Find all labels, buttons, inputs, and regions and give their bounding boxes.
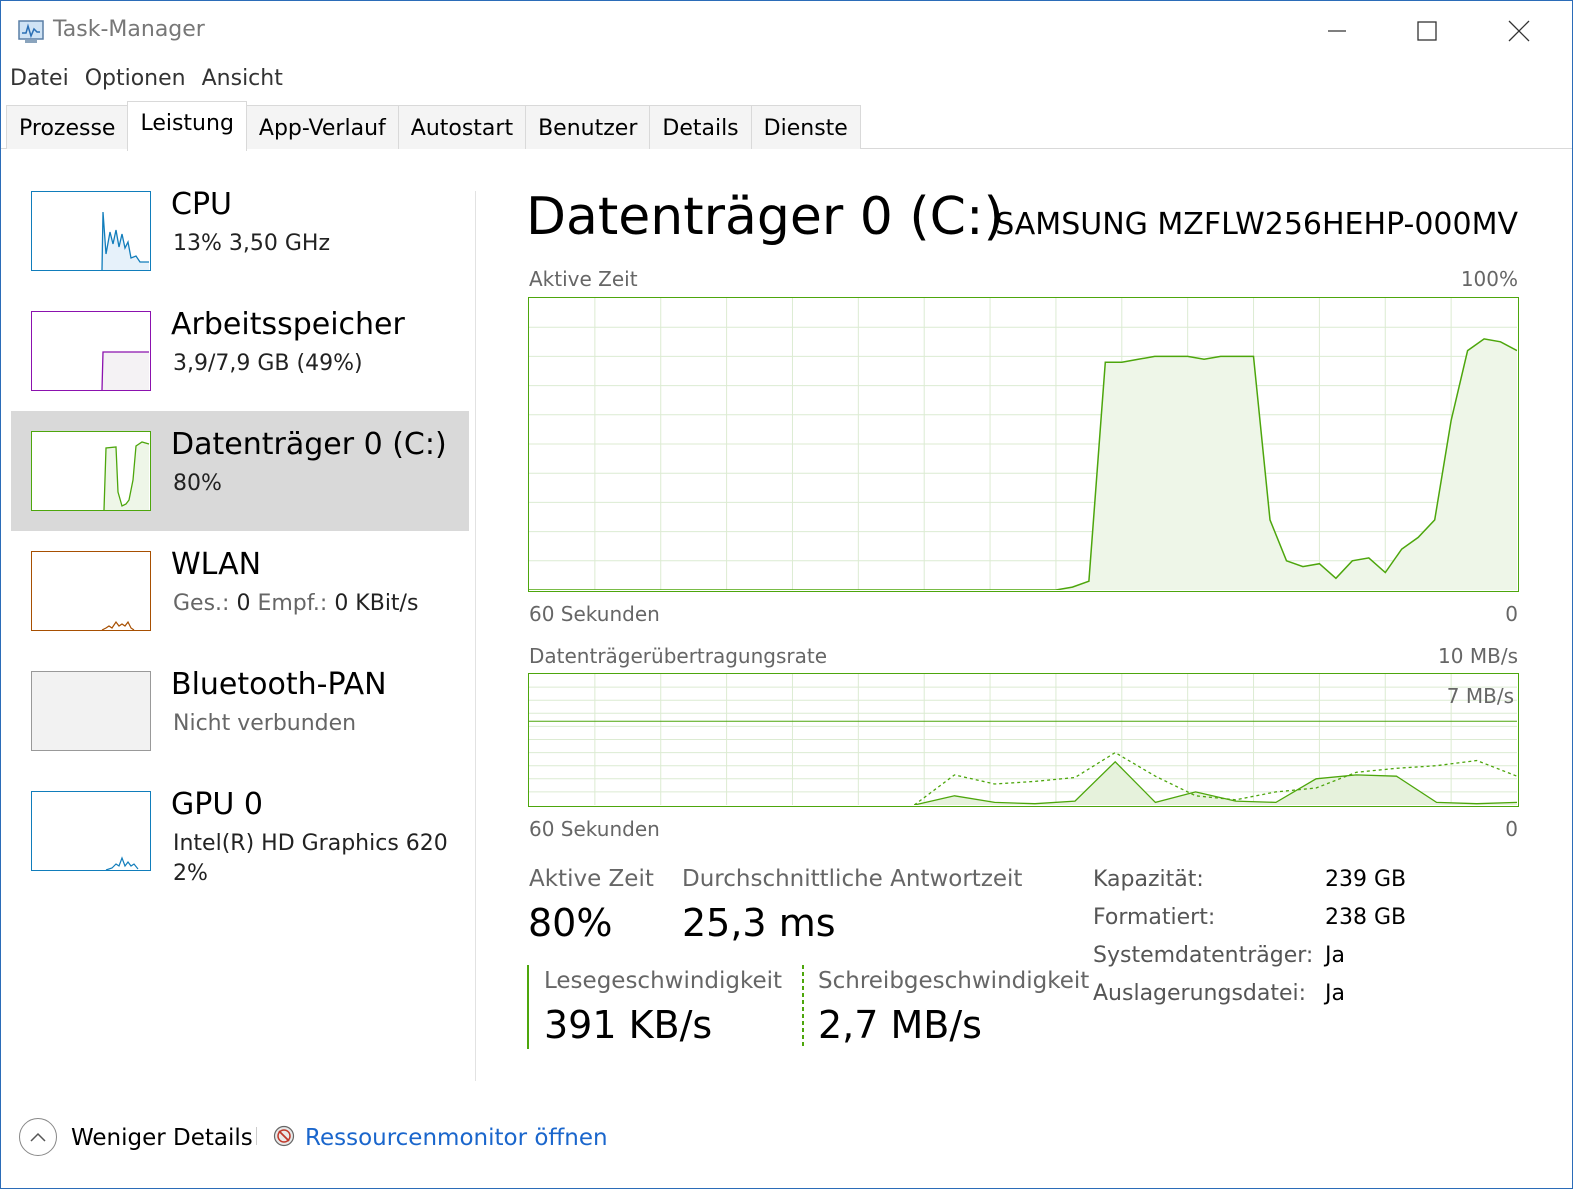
minimize-button[interactable] bbox=[1307, 9, 1367, 53]
wlan-name: WLAN bbox=[171, 547, 262, 582]
stat-active-time-value: 80% bbox=[528, 901, 613, 945]
active-time-line bbox=[529, 338, 1517, 590]
tab-benutzer[interactable]: Benutzer bbox=[525, 105, 651, 149]
sidebar-item-memory[interactable]: Arbeitsspeicher 3,9/7,9 GB (49%) bbox=[11, 291, 469, 411]
prop-page-file-label: Auslagerungsdatei: bbox=[1093, 981, 1307, 1006]
cpu-name: CPU bbox=[171, 187, 232, 222]
resource-sidebar: CPU 13% 3,50 GHz Arbeitsspeicher 3,9/7,9… bbox=[11, 171, 469, 891]
tab-bar: Prozesse Leistung App-Verlauf Autostart … bbox=[6, 101, 861, 151]
stat-response-time-label: Durchschnittliche Antwortzeit bbox=[682, 866, 1023, 892]
maximize-icon bbox=[1417, 21, 1437, 41]
menu-datei[interactable]: Datei bbox=[1, 63, 77, 95]
menu-ansicht[interactable]: Ansicht bbox=[194, 63, 291, 95]
sidebar-divider bbox=[475, 191, 476, 1081]
task-manager-window: Task-Manager Datei Optionen Ansicht Proz… bbox=[0, 0, 1573, 1189]
chevron-up-icon bbox=[30, 1132, 46, 1142]
less-details-label[interactable]: Weniger Details bbox=[71, 1125, 253, 1151]
tab-leistung[interactable]: Leistung bbox=[127, 101, 247, 151]
title-bar[interactable]: Task-Manager bbox=[1, 1, 1572, 61]
active-time-chart-svg bbox=[529, 298, 1517, 590]
prop-formatted-value: 238 GB bbox=[1325, 905, 1407, 930]
wlan-send-label: Ges.: bbox=[173, 591, 230, 616]
cpu-thumbnail-graph bbox=[31, 191, 151, 271]
stat-write-speed-value: 2,7 MB/s bbox=[818, 1003, 982, 1047]
wlan-recv-label: Empf.: bbox=[257, 591, 328, 616]
bluetooth-summary: Nicht verbunden bbox=[173, 711, 357, 736]
wlan-send-value: 0 bbox=[236, 591, 251, 616]
cpu-summary: 13% 3,50 GHz bbox=[173, 231, 331, 256]
prop-capacity-label: Kapazität: bbox=[1093, 867, 1204, 892]
sidebar-item-bluetooth-pan[interactable]: Bluetooth-PAN Nicht verbunden bbox=[11, 651, 469, 771]
wlan-summary: Ges.: 0 Empf.: 0 KBit/s bbox=[173, 591, 418, 616]
prop-system-disk-label: Systemdatenträger: bbox=[1093, 943, 1314, 968]
less-details-button[interactable] bbox=[19, 1118, 57, 1156]
stat-response-time-value: 25,3 ms bbox=[682, 901, 836, 945]
tab-autostart[interactable]: Autostart bbox=[397, 105, 527, 149]
open-resource-monitor-link[interactable]: Ressourcenmonitor öffnen bbox=[305, 1125, 608, 1151]
transfer-rate-chart-xend: 0 bbox=[1505, 817, 1518, 841]
minimize-icon bbox=[1328, 30, 1346, 32]
bluetooth-name: Bluetooth-PAN bbox=[171, 667, 387, 702]
tab-app-verlauf[interactable]: App-Verlauf bbox=[245, 105, 399, 149]
tab-dienste[interactable]: Dienste bbox=[750, 105, 861, 149]
transfer-rate-chart-title: Datenträgerübertragungsrate bbox=[529, 644, 828, 668]
close-button[interactable] bbox=[1489, 9, 1549, 53]
stat-read-speed-value: 391 KB/s bbox=[544, 1003, 713, 1047]
active-time-chart-xend: 0 bbox=[1505, 602, 1518, 626]
transfer-rate-chart-svg bbox=[529, 674, 1517, 805]
disk-summary: 80% bbox=[173, 471, 222, 496]
prop-capacity-value: 239 GB bbox=[1325, 867, 1407, 892]
gpu-model: Intel(R) HD Graphics 620 bbox=[173, 831, 448, 856]
read-rate-area bbox=[914, 761, 1517, 805]
disk-model: SAMSUNG MZFLW256HEHP-000MV bbox=[995, 207, 1518, 242]
tab-prozesse[interactable]: Prozesse bbox=[6, 105, 129, 149]
read-speed-indicator bbox=[527, 965, 529, 1049]
memory-summary: 3,9/7,9 GB (49%) bbox=[173, 351, 363, 376]
sidebar-item-wlan[interactable]: WLAN Ges.: 0 Empf.: 0 KBit/s bbox=[11, 531, 469, 651]
transfer-rate-chart-max: 10 MB/s bbox=[1438, 644, 1518, 668]
prop-system-disk-value: Ja bbox=[1325, 943, 1345, 968]
close-icon bbox=[1508, 20, 1530, 42]
bluetooth-thumbnail-graph bbox=[31, 671, 151, 751]
disk-name: Datenträger 0 (C:) bbox=[171, 427, 447, 462]
tab-details[interactable]: Details bbox=[649, 105, 752, 149]
disk-title: Datenträger 0 (C:) bbox=[526, 187, 1004, 247]
maximize-button[interactable] bbox=[1397, 9, 1457, 53]
active-time-chart-title: Aktive Zeit bbox=[529, 267, 638, 291]
stat-active-time-label: Aktive Zeit bbox=[529, 866, 654, 892]
stat-read-speed-label: Lesegeschwindigkeit bbox=[544, 968, 783, 994]
wlan-thumbnail-graph bbox=[31, 551, 151, 631]
gpu-name: GPU 0 bbox=[171, 787, 263, 822]
disk-thumbnail-graph bbox=[31, 431, 151, 511]
menu-optionen[interactable]: Optionen bbox=[77, 63, 194, 95]
gpu-thumbnail-graph bbox=[31, 791, 151, 871]
prop-page-file-value: Ja bbox=[1325, 981, 1345, 1006]
sidebar-item-gpu-0[interactable]: GPU 0 Intel(R) HD Graphics 620 2% bbox=[11, 771, 469, 891]
write-speed-indicator bbox=[802, 965, 804, 1049]
footer-separator bbox=[256, 1127, 257, 1145]
gpu-usage: 2% bbox=[173, 861, 208, 886]
sidebar-item-cpu[interactable]: CPU 13% 3,50 GHz bbox=[11, 171, 469, 291]
transfer-rate-inner-label: 7 MB/s bbox=[1446, 684, 1514, 708]
transfer-rate-chart-xstart: 60 Sekunden bbox=[529, 817, 660, 841]
window-title: Task-Manager bbox=[53, 17, 205, 42]
prop-formatted-label: Formatiert: bbox=[1093, 905, 1216, 930]
wlan-recv-value: 0 KBit/s bbox=[334, 591, 419, 616]
transfer-rate-chart: 7 MB/s bbox=[528, 673, 1519, 807]
active-time-chart-max: 100% bbox=[1460, 267, 1518, 291]
memory-name: Arbeitsspeicher bbox=[171, 307, 405, 342]
active-time-chart bbox=[528, 297, 1519, 592]
menu-bar: Datei Optionen Ansicht bbox=[1, 63, 291, 95]
task-manager-app-icon bbox=[18, 20, 44, 43]
resource-monitor-icon bbox=[273, 1125, 295, 1147]
memory-thumbnail-graph bbox=[31, 311, 151, 391]
active-time-area bbox=[529, 338, 1517, 590]
sidebar-item-disk-0[interactable]: Datenträger 0 (C:) 80% bbox=[11, 411, 469, 531]
active-time-chart-xstart: 60 Sekunden bbox=[529, 602, 660, 626]
stat-write-speed-label: Schreibgeschwindigkeit bbox=[818, 968, 1090, 994]
